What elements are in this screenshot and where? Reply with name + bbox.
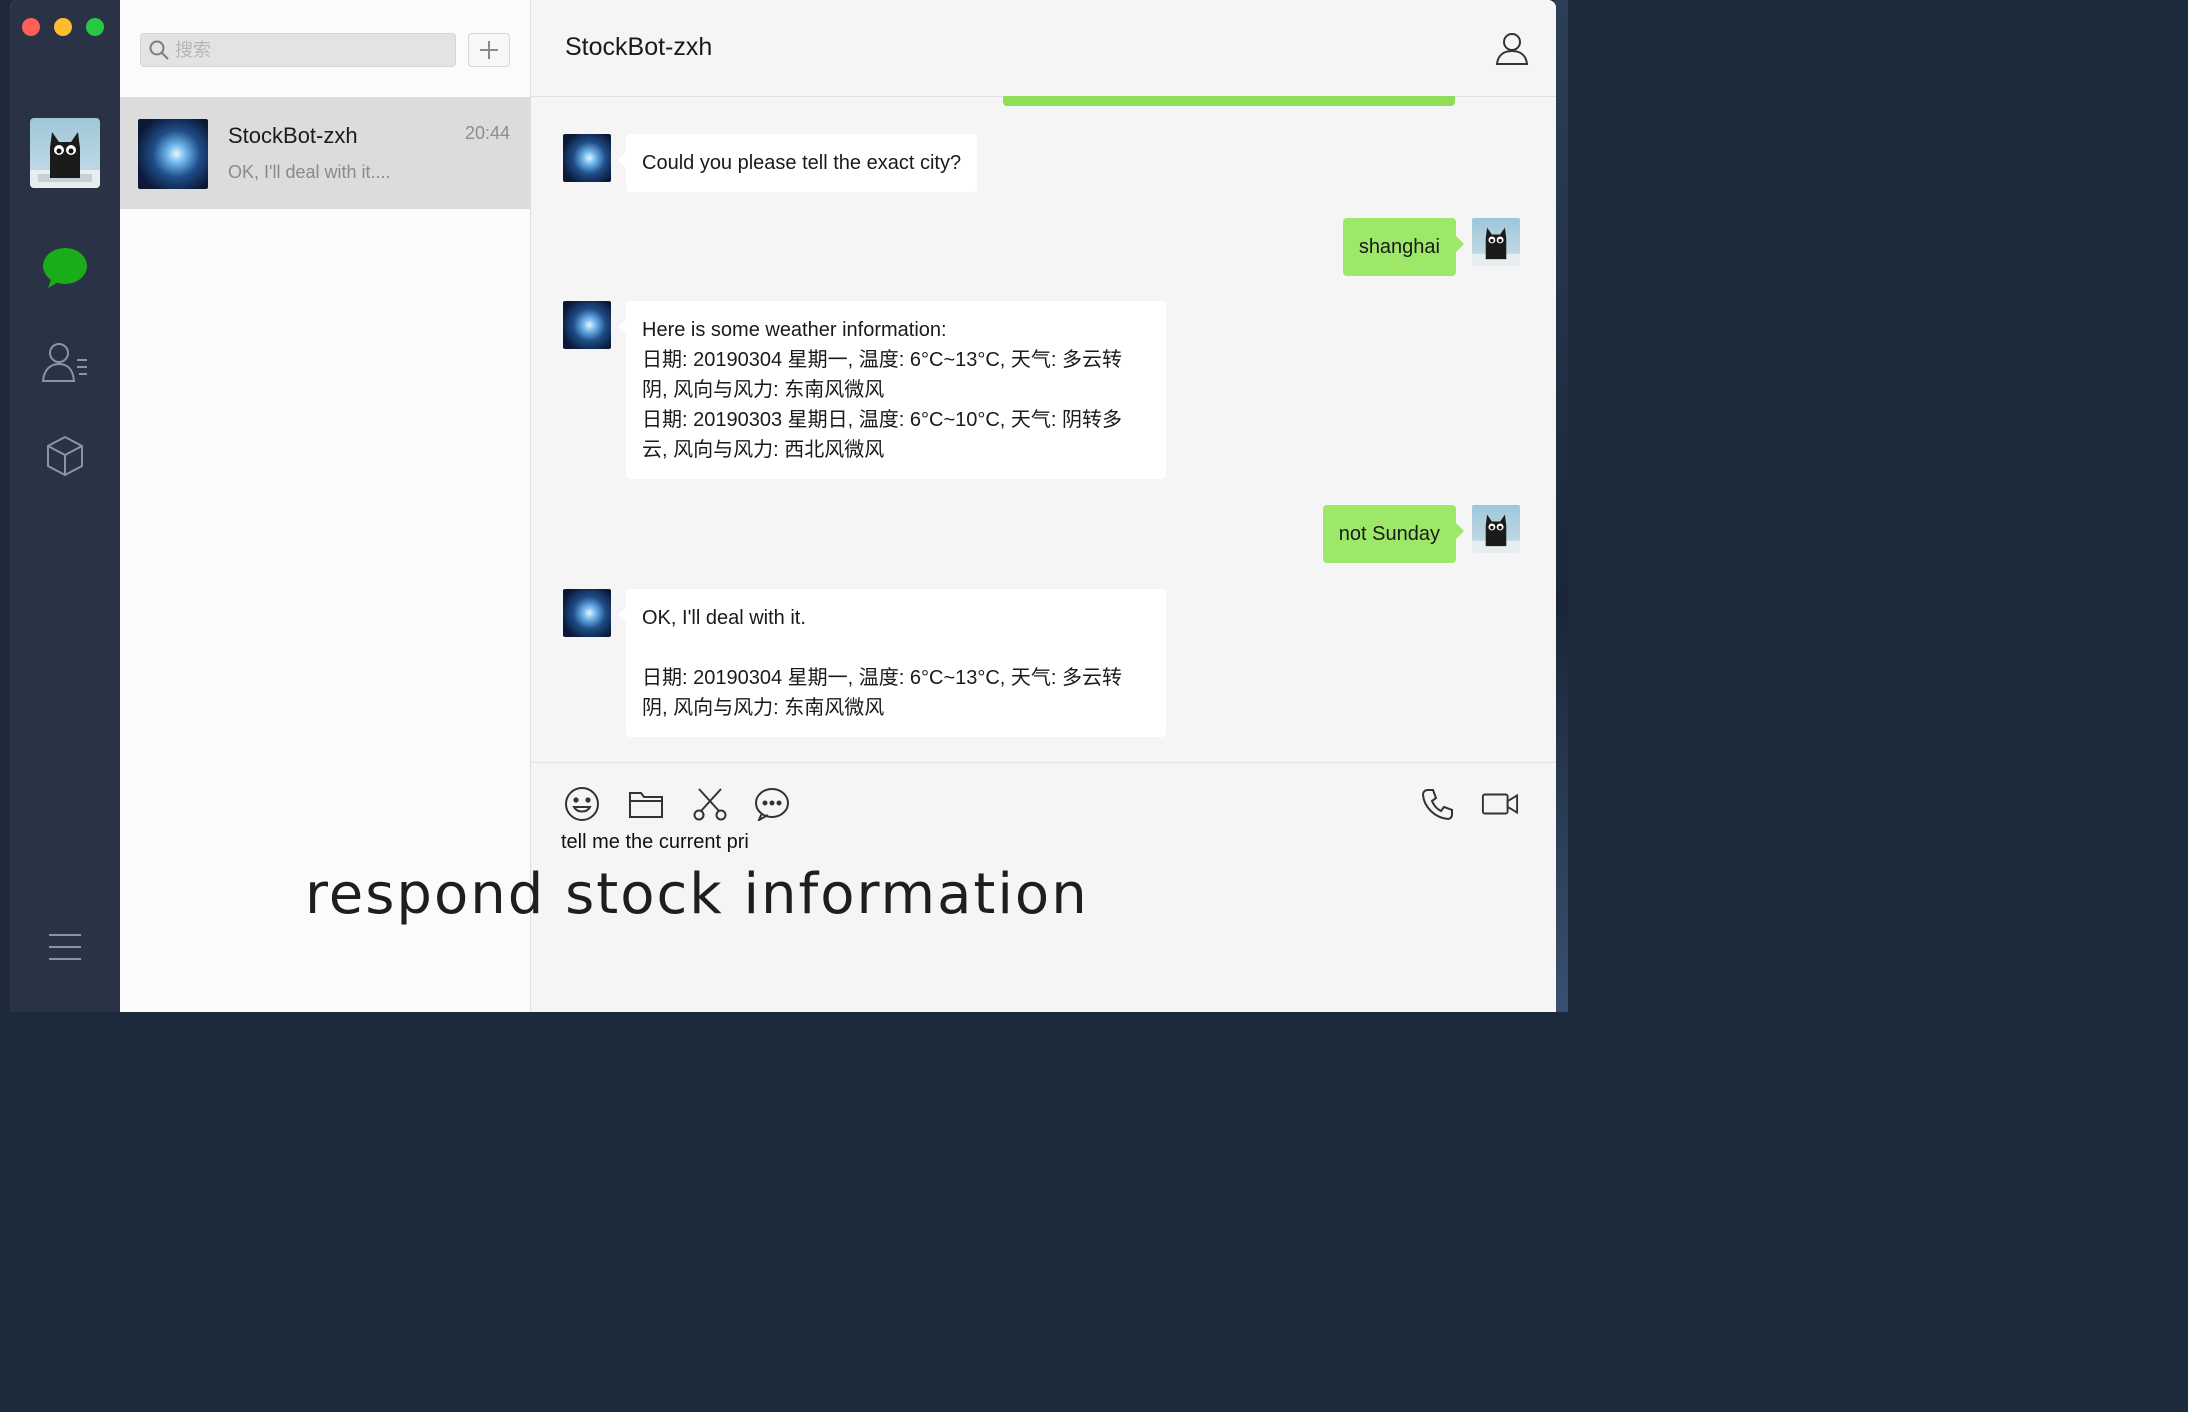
search-icon — [149, 40, 169, 65]
bot-avatar — [138, 119, 208, 189]
message-bubble-sent: not Sunday — [1322, 505, 1465, 563]
desktop-background — [1554, 0, 1568, 1012]
video-icon[interactable] — [1481, 785, 1519, 823]
user-avatar[interactable] — [30, 118, 100, 188]
zoom-window-button[interactable] — [86, 18, 104, 36]
message-bubble-received: Could you please tell the exact city? — [617, 134, 978, 192]
user-avatar[interactable] — [1472, 218, 1520, 266]
contacts-icon[interactable] — [40, 337, 90, 387]
conversation-item[interactable]: StockBot-zxh 20:44 OK, I'll deal with it… — [120, 97, 530, 209]
chat-title: StockBot-zxh — [565, 33, 713, 61]
bot-avatar[interactable] — [563, 301, 611, 349]
message-input[interactable] — [561, 831, 1461, 854]
scissors-icon[interactable] — [691, 785, 729, 823]
left-rail — [10, 0, 120, 1012]
message-bubble-received: OK, I'll deal with it. 日期: 20190304 星期一,… — [618, 589, 1166, 737]
bot-avatar[interactable] — [563, 134, 611, 182]
message-list: Could you please tell the exact city? sh… — [531, 97, 1556, 761]
user-avatar[interactable] — [1472, 505, 1520, 553]
close-window-button[interactable] — [22, 18, 40, 36]
cat-avatar-icon — [1472, 227, 1520, 266]
chat-header: StockBot-zxh — [531, 0, 1556, 97]
message-bubble-received: Here is some weather information: 日期: 20… — [618, 301, 1166, 479]
phone-icon[interactable] — [1419, 785, 1457, 823]
bot-avatar[interactable] — [563, 589, 611, 637]
add-button[interactable] — [468, 33, 510, 67]
menu-icon[interactable] — [40, 922, 90, 972]
conversation-time: 20:44 — [464, 123, 510, 143]
folder-icon[interactable] — [627, 785, 665, 823]
chat-icon[interactable] — [40, 243, 90, 293]
chat-history-icon[interactable] — [753, 785, 791, 823]
cat-avatar-icon — [30, 132, 100, 188]
search-input[interactable] — [175, 34, 445, 66]
search-box — [140, 33, 456, 67]
conversation-preview: OK, I'll deal with it.... — [228, 162, 391, 182]
chat-panel: StockBot-zxh Could you please tell the e… — [531, 0, 1556, 1012]
minimize-window-button[interactable] — [54, 18, 72, 36]
profile-icon[interactable] — [1494, 30, 1530, 66]
plus-icon — [480, 41, 498, 59]
message-bubble-sent: shanghai — [1342, 218, 1465, 276]
wechat-window: StockBot-zxh 20:44 OK, I'll deal with it… — [10, 0, 1556, 1012]
conversation-name: StockBot-zxh — [228, 123, 358, 148]
emoji-icon[interactable] — [563, 785, 601, 823]
video-caption: respond stock information — [305, 862, 1089, 927]
box-icon[interactable] — [40, 431, 90, 481]
cat-avatar-icon — [1472, 514, 1520, 553]
conversation-list: StockBot-zxh 20:44 OK, I'll deal with it… — [120, 0, 531, 1012]
